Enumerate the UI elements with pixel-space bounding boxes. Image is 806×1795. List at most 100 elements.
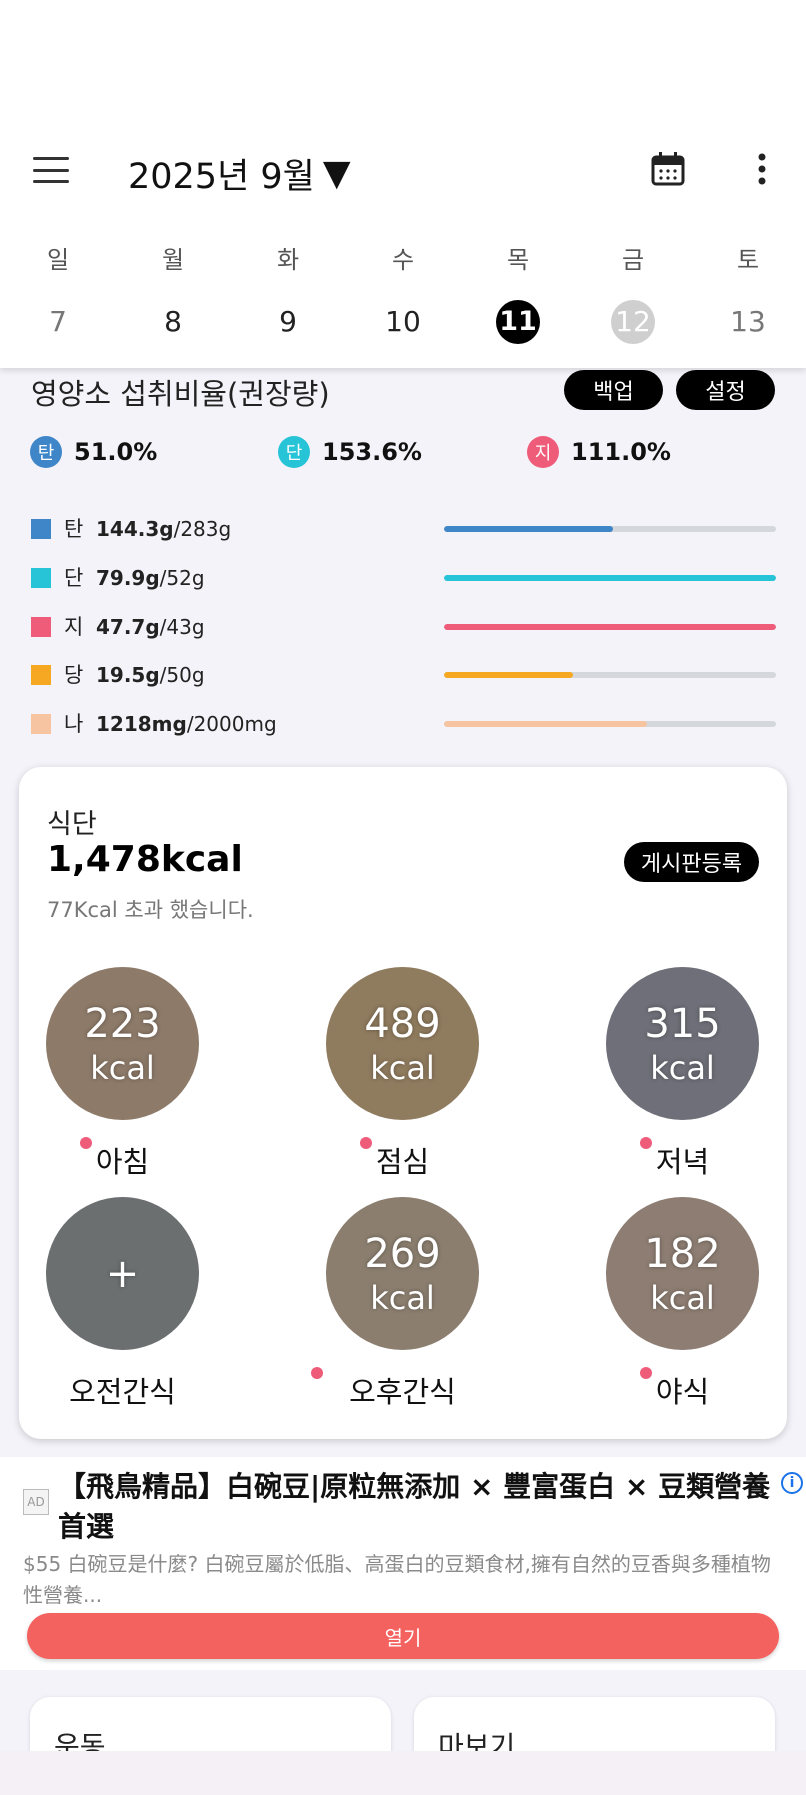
meal-breakfast[interactable]: 223 kcal 아침 — [19, 967, 219, 1179]
ad-title[interactable]: 【飛鳥精品】白碗豆|原粒無添加 × 豐富蛋白 × 豆類營養首選 — [58, 1467, 778, 1547]
meal-name: 오전간식 — [69, 1375, 176, 1409]
day-of-week: 목 — [506, 246, 530, 274]
date-number: 8 — [164, 305, 182, 338]
backup-button[interactable]: 백업 — [564, 370, 663, 410]
date-number: 10 — [385, 305, 421, 338]
day-wed[interactable]: 수 10 — [373, 240, 433, 344]
color-swatch — [31, 665, 51, 685]
nutrition-title: 영양소 섭취비율(권장량) — [31, 377, 330, 411]
meal-kcal: 269 — [364, 1230, 441, 1277]
protein-ratio: 단 153.6% — [278, 432, 422, 472]
ad-open-button[interactable]: 열기 — [27, 1613, 779, 1659]
day-sun[interactable]: 일 7 — [28, 240, 88, 344]
meal-morning-snack[interactable]: + 오전간식 — [19, 1197, 219, 1409]
top-app-bar: 2025년 9월 ▼ 일 7 월 8 화 9 수 10 목 11 금 12 토 … — [0, 0, 806, 368]
diet-label: 식단 — [47, 809, 97, 840]
ad-description: $55 白碗豆是什麼? 白碗豆屬於低脂、高蛋白的豆類食材,擁有自然的豆香與多種植… — [23, 1552, 771, 1607]
meal-lunch[interactable]: 489 kcal 점심 — [299, 967, 499, 1179]
ad-banner[interactable]: AD i 【飛鳥精品】白碗豆|原粒無添加 × 豐富蛋白 × 豆類營養首選 $55… — [0, 1457, 806, 1670]
progress-bar — [444, 575, 776, 581]
nutrient-label: 당 — [64, 663, 84, 687]
color-swatch — [31, 617, 51, 637]
progress-bar — [444, 624, 776, 630]
meal-kcal-unit: kcal — [370, 1278, 435, 1317]
date-number: 13 — [730, 305, 766, 338]
date-number: 7 — [49, 305, 67, 338]
meal-photo[interactable]: 315 kcal — [606, 967, 759, 1120]
meal-kcal: 489 — [364, 1000, 441, 1047]
progress-bar — [444, 526, 776, 532]
nutrient-row-sugar: 당 19.5g/50g — [31, 660, 781, 690]
color-swatch — [31, 568, 51, 588]
day-of-week: 일 — [46, 246, 70, 274]
color-swatch — [31, 714, 51, 734]
day-sat[interactable]: 토 13 — [718, 240, 778, 344]
bottom-gesture-area — [0, 1751, 806, 1795]
nutrient-label: 지 — [64, 615, 84, 639]
dropdown-arrow-icon: ▼ — [322, 152, 351, 194]
meal-dinner[interactable]: 315 kcal 저녁 — [579, 967, 779, 1179]
meal-kcal-unit: kcal — [370, 1048, 435, 1087]
nutrient-label: 나 — [64, 712, 84, 736]
plus-icon: + — [105, 1250, 140, 1297]
menu-icon[interactable] — [33, 157, 69, 183]
fat-ratio-value: 111.0% — [571, 438, 671, 466]
meal-name: 야식 — [655, 1375, 710, 1409]
day-of-week: 화 — [276, 246, 300, 274]
progress-bar — [444, 721, 776, 727]
fat-ratio: 지 111.0% — [527, 432, 671, 472]
meal-name: 오후간식 — [349, 1375, 456, 1409]
protein-badge: 단 — [278, 436, 310, 468]
ad-badge: AD — [23, 1489, 49, 1515]
meal-photo[interactable]: 182 kcal — [606, 1197, 759, 1350]
nutrient-amount: 79.9g/52g — [96, 566, 205, 590]
color-swatch — [31, 519, 51, 539]
month-title: 2025년 9월 — [128, 156, 315, 197]
more-vert-icon[interactable] — [752, 152, 772, 186]
meal-kcal-unit: kcal — [90, 1048, 155, 1087]
nutrient-row-sodium: 나 1218mg/2000mg — [31, 709, 781, 739]
calendar-icon[interactable] — [649, 150, 687, 188]
day-of-week: 토 — [736, 246, 760, 274]
nutrient-label: 탄 — [64, 517, 84, 541]
fat-badge: 지 — [527, 436, 559, 468]
selected-date: 11 — [496, 300, 540, 344]
nutrient-label: 단 — [64, 566, 84, 590]
nutrient-row-fat: 지 47.7g/43g — [31, 612, 781, 642]
meal-kcal-unit: kcal — [650, 1048, 715, 1087]
total-kcal: 1,478kcal — [47, 839, 243, 880]
day-of-week: 금 — [621, 246, 645, 274]
nutrient-amount: 19.5g/50g — [96, 663, 205, 687]
settings-button[interactable]: 설정 — [676, 370, 775, 410]
nutrient-amount: 1218mg/2000mg — [96, 712, 277, 736]
month-selector[interactable]: 2025년 9월 ▼ — [128, 148, 351, 198]
meal-photo[interactable]: 489 kcal — [326, 967, 479, 1120]
meal-photo[interactable]: 269 kcal — [326, 1197, 479, 1350]
day-fri[interactable]: 금 12 — [603, 240, 663, 344]
meal-name: 점심 — [375, 1145, 430, 1179]
board-register-button[interactable]: 게시판등록 — [624, 842, 759, 882]
meal-kcal-unit: kcal — [650, 1278, 715, 1317]
day-tue[interactable]: 화 9 — [258, 240, 318, 344]
nutrient-amount: 144.3g/283g — [96, 517, 232, 541]
nutrient-row-carb: 탄 144.3g/283g — [31, 514, 781, 544]
progress-bar — [444, 672, 776, 678]
diet-card: 식단 1,478kcal 77Kcal 초과 했습니다. 게시판등록 223 k… — [19, 767, 787, 1439]
day-of-week: 수 — [391, 246, 415, 274]
add-meal-button[interactable]: + — [46, 1197, 199, 1350]
meal-kcal: 223 — [84, 1000, 161, 1047]
carb-badge: 탄 — [30, 436, 62, 468]
carb-ratio: 탄 51.0% — [30, 432, 157, 472]
day-thu[interactable]: 목 11 — [488, 240, 548, 344]
day-mon[interactable]: 월 8 — [143, 240, 203, 344]
kcal-note: 77Kcal 초과 했습니다. — [47, 898, 254, 922]
today-date: 12 — [611, 300, 655, 344]
date-number: 9 — [279, 305, 297, 338]
meal-kcal: 182 — [644, 1230, 721, 1277]
protein-ratio-value: 153.6% — [322, 438, 422, 466]
day-of-week: 월 — [161, 246, 185, 274]
ad-info-icon[interactable]: i — [781, 1472, 803, 1494]
meal-photo[interactable]: 223 kcal — [46, 967, 199, 1120]
meal-late-night[interactable]: 182 kcal 야식 — [579, 1197, 779, 1409]
meal-afternoon-snack[interactable]: 269 kcal 오후간식 — [299, 1197, 499, 1409]
